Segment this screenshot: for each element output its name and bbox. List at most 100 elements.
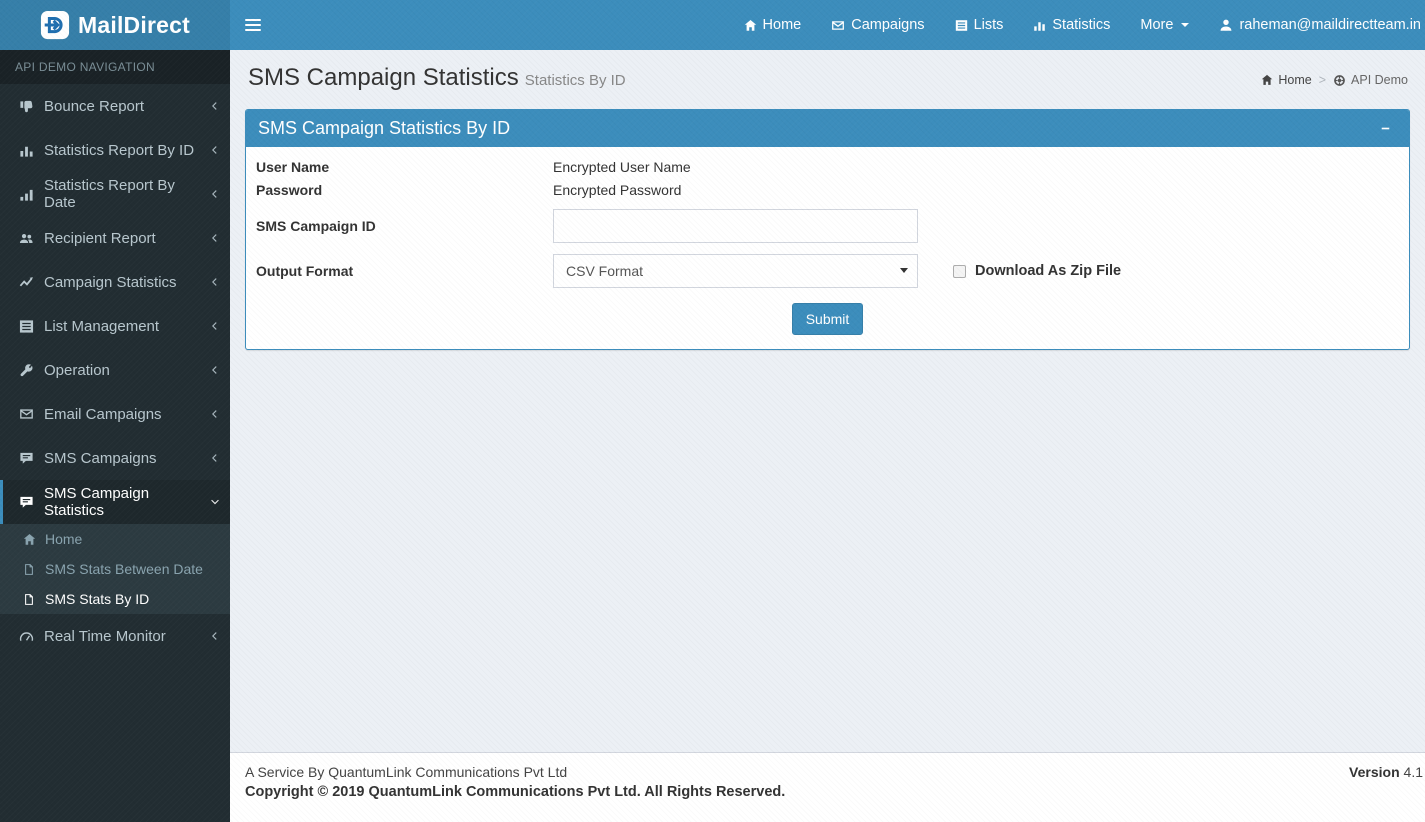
- footer-version-value: 4.1: [1403, 764, 1423, 780]
- nav-more-label: More: [1140, 17, 1174, 33]
- panel-collapse-button[interactable]: [1374, 121, 1397, 136]
- users-icon: [18, 231, 34, 246]
- file-icon: [22, 593, 36, 606]
- minus-icon: [1380, 123, 1391, 134]
- footer-text: A Service By QuantumLink Communications …: [245, 764, 785, 800]
- gauge-icon: [18, 629, 34, 644]
- home-icon: [1261, 74, 1273, 86]
- breadcrumb-current: API Demo: [1333, 73, 1408, 87]
- sidebar-item-statistics-report-by-date[interactable]: Statistics Report By Date: [0, 172, 230, 216]
- nav-campaigns-label: Campaigns: [851, 17, 925, 33]
- submit-button[interactable]: Submit: [791, 303, 864, 336]
- brand-logo[interactable]: MailDirect: [0, 0, 230, 50]
- nav-lists[interactable]: Lists: [940, 0, 1019, 50]
- footer-copyright: Copyright © 2019 QuantumLink Communicati…: [245, 784, 786, 800]
- nav-statistics[interactable]: Statistics: [1018, 0, 1125, 50]
- output-format-select-wrap: CSV Format: [553, 254, 918, 289]
- chevron-left-icon: [210, 189, 220, 199]
- sidebar-item-label: Statistics Report By ID: [44, 141, 195, 159]
- nav-lists-label: Lists: [973, 17, 1004, 33]
- submenu-item-sms-stats-by-id[interactable]: SMS Stats By ID: [0, 584, 230, 614]
- chevron-left-icon: [210, 631, 220, 641]
- submenu-item-sms-stats-between-date[interactable]: SMS Stats Between Date: [0, 554, 230, 584]
- file-icon: [22, 563, 36, 576]
- cog-icon: [1333, 74, 1346, 87]
- user-name-row: User Name Encrypted User Name: [256, 159, 1399, 175]
- brand-name: MailDirect: [78, 11, 190, 38]
- sidebar-item-email-campaigns[interactable]: Email Campaigns: [0, 392, 230, 436]
- panel-body: User Name Encrypted User Name Password E…: [246, 147, 1409, 349]
- chevron-left-icon: [210, 277, 220, 287]
- thumbs-down-icon: [18, 99, 34, 114]
- chevron-left-icon: [210, 365, 220, 375]
- sidebar-item-label: Operation: [44, 361, 110, 379]
- line-chart-icon: [18, 275, 34, 290]
- breadcrumb: Home > API Demo: [1261, 73, 1410, 87]
- output-format-row: Output Format CSV Format Download As Zip…: [256, 254, 1399, 289]
- user-name-value: Encrypted User Name: [553, 159, 691, 176]
- nav-home-label: Home: [762, 17, 802, 33]
- page-subtitle: Statistics By ID: [524, 72, 626, 89]
- sidebar-item-real-time-monitor[interactable]: Real Time Monitor: [0, 614, 230, 658]
- chevron-left-icon: [210, 101, 220, 111]
- stats-by-id-panel: SMS Campaign Statistics By ID User Name …: [245, 109, 1410, 351]
- user-icon: [1219, 18, 1233, 32]
- bar-chart-icon: [1033, 19, 1046, 32]
- sidebar-item-statistics-report-by-id[interactable]: Statistics Report By ID: [0, 128, 230, 172]
- sidebar-item-label: Real Time Monitor: [44, 627, 166, 645]
- sidebar-item-sms-campaigns[interactable]: SMS Campaigns: [0, 436, 230, 480]
- submenu-item-label: Home: [45, 531, 83, 547]
- breadcrumb-home-link[interactable]: Home: [1261, 73, 1312, 87]
- nav-user-email: raheman@maildirectteam.in: [1239, 17, 1421, 33]
- chevron-left-icon: [210, 453, 220, 463]
- sidebar-item-list-management[interactable]: List Management: [0, 304, 230, 348]
- nav-more[interactable]: More: [1125, 0, 1204, 50]
- footer-version-label: Version: [1349, 764, 1400, 780]
- zip-option[interactable]: Download As Zip File: [953, 263, 1121, 279]
- sidebar-item-recipient-report[interactable]: Recipient Report: [0, 216, 230, 260]
- maildirect-logo-icon: [40, 10, 70, 40]
- campaign-id-input[interactable]: [553, 209, 918, 244]
- chevron-left-icon: [210, 321, 220, 331]
- chevron-left-icon: [210, 233, 220, 243]
- sidebar-item-operation[interactable]: Operation: [0, 348, 230, 392]
- envelope-icon: [18, 407, 34, 421]
- caret-down-icon: [1181, 23, 1190, 27]
- wrench-icon: [18, 363, 34, 378]
- sidebar-item-label: List Management: [44, 317, 160, 335]
- sidebar-item-sms-campaign-statistics[interactable]: SMS Campaign Statistics: [0, 480, 230, 524]
- sidebar-toggle-button[interactable]: [230, 0, 275, 50]
- sidebar-item-campaign-statistics[interactable]: Campaign Statistics: [0, 260, 230, 304]
- home-icon: [744, 19, 757, 32]
- submenu-item-home[interactable]: Home: [0, 524, 230, 554]
- sidebar-menu: Bounce Report Statistics Report By ID St…: [0, 84, 230, 658]
- nav-user-account[interactable]: raheman@maildirectteam.in: [1204, 0, 1425, 50]
- bar-chart-icon: [18, 143, 34, 158]
- top-navbar: Home Campaigns Lists Statistics More rah…: [230, 0, 1425, 50]
- submit-row: Submit: [256, 303, 1399, 336]
- password-value: Encrypted Password: [553, 182, 682, 199]
- sidebar: API DEMO NAVIGATION Bounce Report Statis…: [0, 50, 230, 822]
- breadcrumb-separator: >: [1318, 73, 1327, 87]
- breadcrumb-current-label: API Demo: [1351, 73, 1408, 87]
- sidebar-item-bounce-report[interactable]: Bounce Report: [0, 84, 230, 128]
- sidebar-item-label: Campaign Statistics: [44, 273, 177, 291]
- list-icon: [18, 319, 34, 334]
- footer-service-line: A Service By QuantumLink Communications …: [245, 764, 568, 780]
- output-format-label: Output Format: [256, 263, 354, 280]
- campaign-id-row: SMS Campaign ID: [256, 209, 1399, 244]
- download-zip-checkbox[interactable]: [953, 265, 966, 279]
- user-name-label: User Name: [256, 159, 330, 176]
- comment-icon: [18, 495, 34, 510]
- list-icon: [955, 19, 968, 32]
- sidebar-item-label: Recipient Report: [44, 229, 156, 247]
- comment-icon: [18, 451, 34, 466]
- chevron-down-icon: [210, 497, 220, 507]
- output-format-select[interactable]: CSV Format: [553, 254, 918, 289]
- main-footer: A Service By QuantumLink Communications …: [230, 752, 1425, 822]
- submenu-item-label: SMS Stats Between Date: [45, 561, 203, 577]
- nav-home[interactable]: Home: [729, 0, 817, 50]
- sidebar-item-label: Statistics Report By Date: [44, 177, 175, 211]
- chevron-left-icon: [210, 145, 220, 155]
- nav-campaigns[interactable]: Campaigns: [816, 0, 939, 50]
